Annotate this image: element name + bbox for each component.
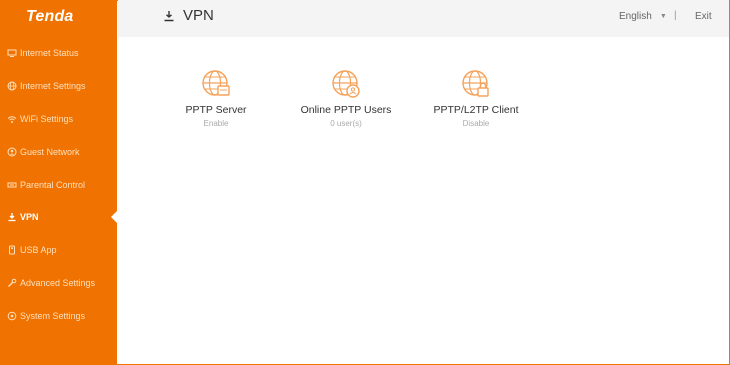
brand-logo: Tenda — [26, 8, 74, 25]
card-status: 0 user(s) — [330, 119, 362, 128]
internet-status-icon — [6, 49, 18, 58]
card-pptp-server[interactable]: PPTP Server Enable — [161, 68, 271, 128]
sidebar-item-label: Guest Network — [20, 147, 80, 157]
language-selector[interactable]: English ▼ — [619, 11, 667, 22]
caret-down-icon: ▼ — [659, 13, 667, 20]
vpn-icon — [6, 212, 18, 222]
sidebar-item-internet-settings[interactable]: Internet Settings — [0, 75, 117, 97]
sidebar-item-wifi-settings[interactable]: WiFi Settings — [0, 108, 117, 130]
vpn-icon — [163, 10, 175, 22]
globe-user-icon — [332, 70, 360, 98]
wifi-icon — [6, 115, 18, 124]
sidebar-item-guest-network[interactable]: Guest Network — [0, 141, 117, 163]
card-title: Online PPTP Users — [300, 104, 392, 116]
sidebar-item-vpn[interactable]: VPN — [0, 206, 117, 228]
card-status: Disable — [462, 119, 490, 128]
sidebar-item-label: Internet Settings — [20, 81, 86, 91]
sidebar-item-label: VPN — [20, 212, 39, 222]
sidebar-item-internet-status[interactable]: Internet Status — [0, 42, 117, 64]
sidebar-item-label: Advanced Settings — [20, 278, 96, 288]
usb-icon — [6, 245, 18, 255]
sidebar-item-label: Parental Control — [20, 180, 86, 190]
sidebar-item-parental-control[interactable]: Parental Control — [0, 174, 117, 196]
sidebar-item-label: Internet Status — [20, 48, 79, 58]
card-status: Enable — [203, 119, 229, 128]
system-settings-icon — [6, 311, 18, 321]
guest-network-icon — [6, 147, 18, 157]
parental-control-icon — [6, 181, 18, 189]
card-pptp-l2tp-client[interactable]: PPTP/L2TP Client Disable — [421, 68, 531, 128]
sidebar: Tenda Internet Status Internet Settings … — [0, 0, 117, 365]
page-title-text: VPN — [183, 7, 214, 24]
wrench-icon — [6, 278, 18, 288]
globe-lock-icon — [462, 70, 489, 97]
exit-link[interactable]: Exit — [695, 11, 712, 22]
sidebar-item-system-settings[interactable]: System Settings — [0, 305, 117, 327]
sidebar-item-label: USB App — [20, 245, 57, 255]
sidebar-item-advanced-settings[interactable]: Advanced Settings — [0, 272, 117, 294]
language-label: English — [619, 11, 652, 22]
top-header: VPN English ▼ | Exit — [118, 0, 729, 37]
card-title: PPTP Server — [185, 104, 247, 116]
card-title: PPTP/L2TP Client — [433, 104, 519, 116]
globe-server-icon — [202, 70, 230, 96]
sidebar-item-label: WiFi Settings — [20, 114, 74, 124]
page-title: VPN — [163, 7, 214, 24]
card-online-pptp-users[interactable]: Online PPTP Users 0 user(s) — [291, 68, 401, 128]
sidebar-item-usb-app[interactable]: USB App — [0, 239, 117, 261]
sidebar-item-label: System Settings — [20, 311, 86, 321]
header-separator: | — [674, 10, 677, 21]
globe-icon — [6, 81, 18, 91]
